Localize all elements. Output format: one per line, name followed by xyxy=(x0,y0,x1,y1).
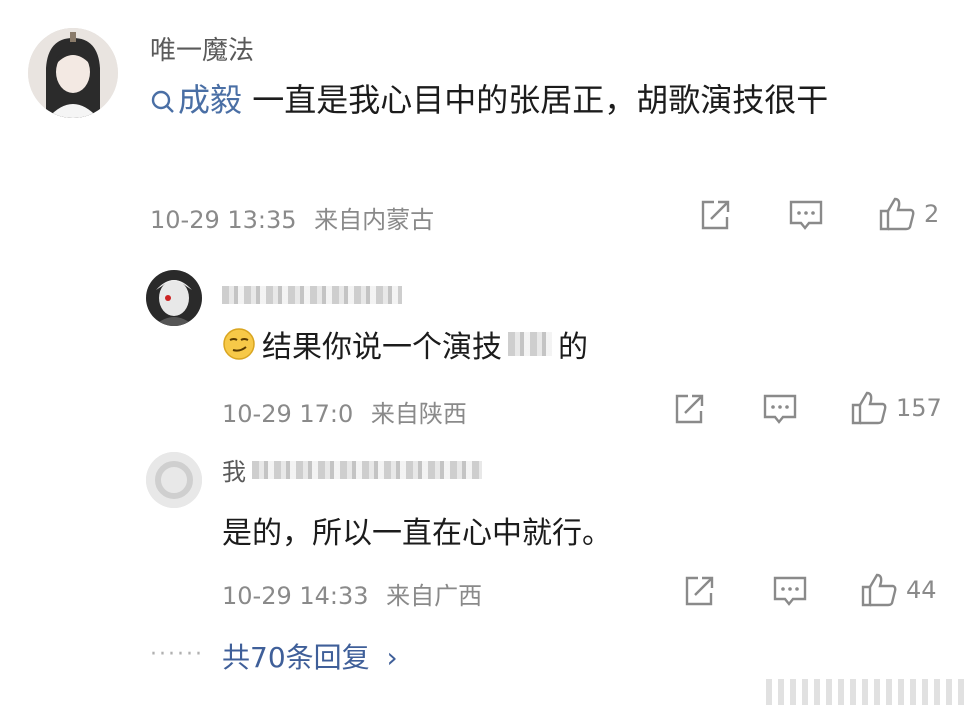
comment-meta: 10-29 13:35 来自内蒙古 xyxy=(150,200,434,235)
share-icon xyxy=(682,574,716,608)
watermark xyxy=(766,679,966,705)
comment-button[interactable] xyxy=(788,198,824,232)
username[interactable]: 唯一魔法 xyxy=(150,30,254,67)
comment-button[interactable] xyxy=(762,392,798,426)
share-button[interactable] xyxy=(682,574,716,608)
timestamp: 10-29 13:35 xyxy=(150,206,297,234)
thumbs-up-icon xyxy=(860,572,898,608)
reply-meta: 10-29 17:0 来自陕西 xyxy=(222,394,467,429)
comment-icon xyxy=(762,392,798,426)
comment-icon xyxy=(772,574,808,608)
reply-text: 是的，所以一直在心中就行。 xyxy=(222,516,612,551)
like-button[interactable]: 157 xyxy=(850,390,942,426)
timestamp: 10-29 17:0 xyxy=(222,400,354,428)
reply-username-row[interactable]: 我 xyxy=(222,452,482,487)
timestamp: 10-29 14:33 xyxy=(222,582,369,610)
reply-text: 结果你说一个演技 的 xyxy=(222,322,588,366)
divider-dots: ······ xyxy=(150,642,204,667)
like-count: 44 xyxy=(906,576,937,604)
comment-icon xyxy=(788,198,824,232)
more-replies-link[interactable]: 共70条回复 › xyxy=(222,636,398,676)
reply-avatar[interactable] xyxy=(146,270,202,326)
thumbs-up-icon xyxy=(878,196,916,232)
smirk-emoji-icon xyxy=(222,327,256,361)
like-button[interactable]: 2 xyxy=(878,196,939,232)
reply-avatar[interactable] xyxy=(146,452,202,508)
share-button[interactable] xyxy=(672,392,706,426)
like-count: 2 xyxy=(924,200,940,228)
chevron-right-icon: › xyxy=(386,641,398,674)
location: 来自广西 xyxy=(386,582,483,610)
like-button[interactable]: 44 xyxy=(860,572,937,608)
reply-meta: 10-29 14:33 来自广西 xyxy=(222,576,482,611)
comment-button[interactable] xyxy=(772,574,808,608)
share-button[interactable] xyxy=(698,198,732,232)
location: 来自内蒙古 xyxy=(314,206,435,234)
search-icon xyxy=(150,89,176,115)
reply-username[interactable]: 我 xyxy=(222,452,246,487)
topic-link[interactable]: 成毅 xyxy=(150,81,242,119)
location: 来自陕西 xyxy=(370,400,467,428)
like-count: 157 xyxy=(896,394,942,422)
avatar[interactable] xyxy=(28,28,118,118)
share-icon xyxy=(672,392,706,426)
share-icon xyxy=(698,198,732,232)
comment-text: 成毅 一直是我心目中的张居正，胡歌演技很干 xyxy=(150,74,940,126)
thumbs-up-icon xyxy=(850,390,888,426)
comment-body: 一直是我心目中的张居正，胡歌演技很干 xyxy=(242,81,829,119)
reply-username[interactable] xyxy=(222,286,402,304)
